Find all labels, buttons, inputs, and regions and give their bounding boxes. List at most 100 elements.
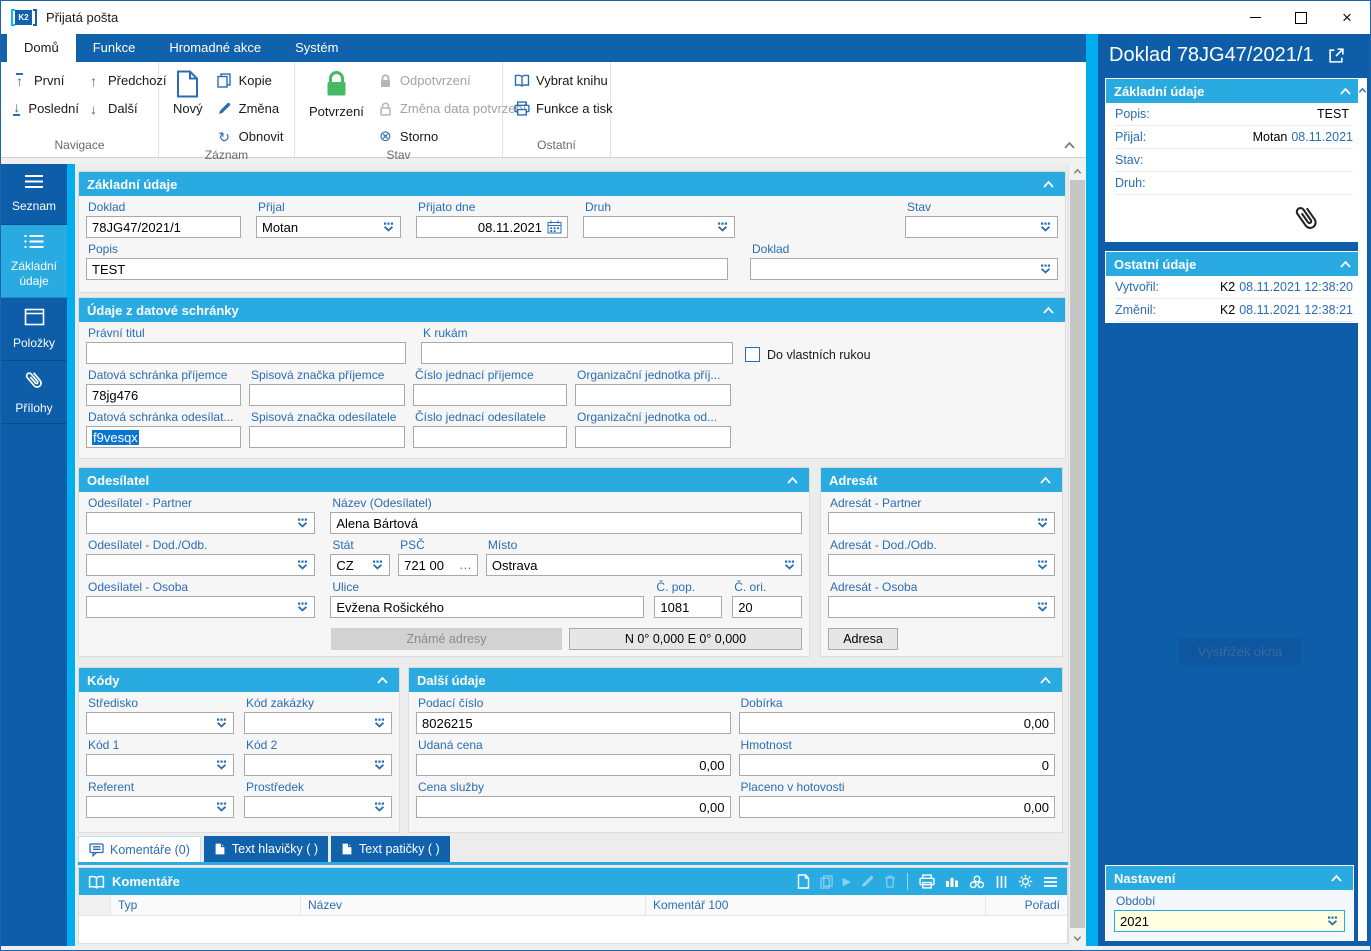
- gear-icon[interactable]: [1018, 874, 1033, 889]
- podaci-cislo-input[interactable]: 8026215: [416, 712, 731, 734]
- dropdown-icon[interactable]: [373, 802, 386, 813]
- column-typ[interactable]: Typ: [111, 895, 301, 915]
- collapse-chevron-icon[interactable]: [1037, 476, 1054, 485]
- obdobi-input[interactable]: 2021: [1114, 910, 1345, 932]
- cena-sluzby-input[interactable]: 0,00: [416, 796, 731, 818]
- ellipsis-icon[interactable]: …: [459, 561, 472, 569]
- sz-odesilatele-input[interactable]: [249, 426, 405, 448]
- do-vlastnich-rukou-checkbox[interactable]: [745, 347, 760, 362]
- minimize-button[interactable]: [1232, 1, 1278, 34]
- misto-input[interactable]: Ostrava: [486, 554, 802, 576]
- druh-input[interactable]: [583, 216, 735, 238]
- sidebar-item-prilohy[interactable]: Přílohy: [1, 361, 67, 424]
- confirm-button[interactable]: Potvrzení: [302, 67, 371, 147]
- kod1-input[interactable]: [86, 754, 234, 776]
- dropdown-icon[interactable]: [296, 602, 309, 613]
- preview-scrollbar[interactable]: [1358, 78, 1367, 941]
- nazev-odesilatel-input[interactable]: Alena Bártová: [330, 512, 802, 534]
- ulice-input[interactable]: Evžena Rošického: [330, 596, 644, 618]
- adresa-button[interactable]: Adresa: [828, 628, 898, 650]
- stat-input[interactable]: CZ: [330, 554, 390, 576]
- chart-icon[interactable]: [945, 875, 959, 888]
- collapse-chevron-icon[interactable]: [374, 676, 391, 685]
- dropdown-icon[interactable]: [1039, 222, 1052, 233]
- tab-komentare[interactable]: Komentáře (0): [78, 836, 201, 862]
- dropdown-icon[interactable]: [215, 718, 228, 729]
- udana-cena-input[interactable]: 0,00: [416, 754, 731, 776]
- cj-odesilatele-input[interactable]: [413, 426, 567, 448]
- tab-funkce[interactable]: Funkce: [76, 34, 153, 62]
- dropdown-icon[interactable]: [296, 560, 309, 571]
- paperclip-icon[interactable]: [1288, 198, 1327, 237]
- last-button[interactable]: ↓Poslední: [8, 98, 82, 119]
- next-button[interactable]: ↓Další: [82, 98, 170, 119]
- dropdown-icon[interactable]: [1036, 560, 1049, 571]
- tab-text-hlavicky[interactable]: Text hlavičky ( ): [204, 836, 328, 862]
- odesilatel-partner-input[interactable]: [86, 512, 315, 534]
- tab-system[interactable]: Systém: [278, 34, 355, 62]
- dobirka-input[interactable]: 0,00: [739, 712, 1056, 734]
- k-rukam-input[interactable]: [421, 342, 733, 364]
- ds-odesilatele-input[interactable]: f9vesqx: [86, 426, 241, 448]
- functions-print-button[interactable]: Funkce a tisk: [510, 98, 616, 119]
- first-button[interactable]: ↑První: [8, 70, 82, 91]
- close-button[interactable]: ×: [1324, 1, 1370, 34]
- sidebar-item-zakladni-udaje[interactable]: Základní údaje: [1, 225, 67, 298]
- previous-button[interactable]: ↑Předchozí: [82, 70, 170, 91]
- doklad2-input[interactable]: [750, 258, 1058, 280]
- column-komentar[interactable]: Komentář 100: [646, 895, 986, 915]
- odesilatel-dod-odb-input[interactable]: [86, 554, 315, 576]
- new-record-icon[interactable]: [797, 874, 810, 889]
- refresh-button[interactable]: ↻Obnovit: [213, 126, 287, 147]
- adresat-dod-odb-input[interactable]: [828, 554, 1055, 576]
- adresat-partner-input[interactable]: [828, 512, 1055, 534]
- odesilatel-osoba-input[interactable]: [86, 596, 315, 618]
- hmotnost-input[interactable]: 0: [739, 754, 1056, 776]
- collapse-chevron-icon[interactable]: [784, 476, 801, 485]
- oj-prijemce-input[interactable]: [575, 384, 731, 406]
- dropdown-icon[interactable]: [296, 518, 309, 529]
- edit-button[interactable]: Změna: [213, 98, 287, 119]
- dropdown-icon[interactable]: [371, 560, 384, 571]
- scroll-up-icon[interactable]: [1358, 82, 1367, 941]
- prijal-input[interactable]: Motan: [256, 216, 401, 238]
- adresat-osoba-input[interactable]: [828, 596, 1055, 618]
- dropdown-icon[interactable]: [215, 802, 228, 813]
- prijato-dne-input[interactable]: 08.11.2021: [416, 216, 568, 238]
- dropdown-icon[interactable]: [382, 222, 395, 233]
- tab-hromadne-akce[interactable]: Hromadné akce: [152, 34, 278, 62]
- dropdown-icon[interactable]: [1036, 602, 1049, 613]
- collapse-chevron-icon[interactable]: [1328, 874, 1345, 883]
- dropdown-icon[interactable]: [373, 760, 386, 771]
- dropdown-icon[interactable]: [716, 222, 729, 233]
- sidebar-item-seznam[interactable]: Seznam: [1, 164, 67, 225]
- ds-prijemce-input[interactable]: 78jg476: [86, 384, 241, 406]
- menu-icon[interactable]: [1043, 876, 1058, 888]
- ribbon-collapse-chevron-icon[interactable]: [1063, 138, 1076, 153]
- kod2-input[interactable]: [244, 754, 392, 776]
- scroll-up-icon[interactable]: [1069, 164, 1086, 179]
- oj-odesilatele-input[interactable]: [575, 426, 731, 448]
- cislo-popisne-input[interactable]: 1081: [654, 596, 722, 618]
- popis-input[interactable]: TEST: [86, 258, 728, 280]
- window-snip-button[interactable]: Výstřižek okna: [1179, 638, 1301, 665]
- dropdown-icon[interactable]: [215, 760, 228, 771]
- kod-zakazky-input[interactable]: [244, 712, 392, 734]
- collapse-chevron-icon[interactable]: [1037, 676, 1054, 685]
- dropdown-icon[interactable]: [1036, 518, 1049, 529]
- column-poradi[interactable]: Pořadí: [986, 895, 1067, 915]
- dropdown-icon[interactable]: [1326, 916, 1339, 927]
- collapse-chevron-icon[interactable]: [1337, 87, 1354, 96]
- collapse-chevron-icon[interactable]: [1040, 306, 1057, 315]
- stredisko-input[interactable]: [86, 712, 234, 734]
- filter-circles-icon[interactable]: [969, 875, 985, 889]
- collapse-chevron-icon[interactable]: [1337, 260, 1354, 269]
- placeno-hotovost-input[interactable]: 0,00: [739, 796, 1056, 818]
- pravni-titul-input[interactable]: [86, 342, 406, 364]
- new-button[interactable]: Nový: [166, 67, 210, 147]
- doklad-input[interactable]: 78JG47/2021/1: [86, 216, 241, 238]
- stav-input[interactable]: [905, 216, 1058, 238]
- tab-domu[interactable]: Domů: [7, 34, 76, 62]
- cj-prijemce-input[interactable]: [413, 384, 567, 406]
- dropdown-icon[interactable]: [373, 718, 386, 729]
